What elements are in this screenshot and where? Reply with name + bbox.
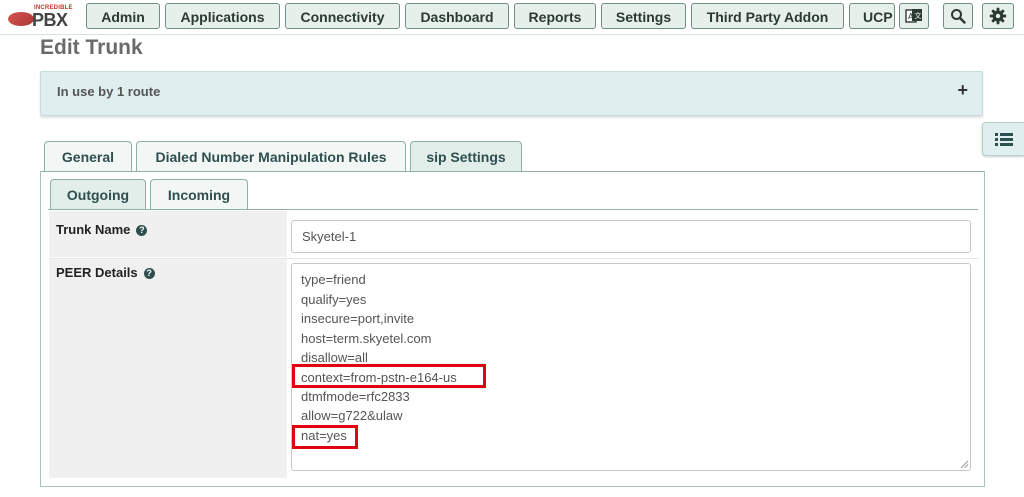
highlight-context-box	[292, 364, 486, 388]
peer-line: host=term.skyetel.com	[301, 331, 432, 346]
nav-third-party-addon-button[interactable]: Third Party Addon	[691, 3, 844, 29]
top-navbar: INCREDIBLE PBX Admin Applications Connec…	[0, 0, 1024, 35]
expand-plus-icon[interactable]: +	[957, 80, 968, 101]
side-list-toggle[interactable]	[982, 122, 1024, 156]
peer-details-label-cell	[49, 259, 287, 478]
peer-line: disallow=all	[301, 350, 368, 365]
peer-line: qualify=yes	[301, 292, 367, 307]
page-title: Edit Trunk	[40, 36, 143, 59]
language-button[interactable]: A 文	[899, 3, 929, 29]
nav-dashboard-button[interactable]: Dashboard	[405, 3, 509, 29]
subtab-outgoing[interactable]: Outgoing	[50, 179, 146, 210]
resize-grip-icon[interactable]	[959, 459, 969, 469]
subtabs-divider	[48, 209, 978, 210]
subtab-incoming[interactable]: Incoming	[150, 179, 248, 210]
help-icon[interactable]: ?	[143, 268, 155, 280]
tab-sip-settings[interactable]: sip Settings	[410, 141, 522, 172]
incrediblepbx-logo[interactable]: INCREDIBLE PBX	[4, 4, 82, 30]
settings-gear-button[interactable]	[982, 3, 1014, 29]
trunk-name-label: Trunk Name?	[56, 222, 148, 237]
nav-ucp-button[interactable]: UCP	[849, 3, 895, 29]
route-usage-panel[interactable]: In use by 1 route +	[40, 71, 983, 116]
nav-settings-button[interactable]: Settings	[601, 3, 686, 29]
list-icon	[994, 133, 1013, 146]
tab-dialed-number-manipulation-rules[interactable]: Dialed Number Manipulation Rules	[136, 141, 406, 172]
search-icon	[951, 9, 966, 24]
peer-details-label: PEER Details?	[56, 265, 155, 280]
help-icon[interactable]: ?	[136, 225, 148, 237]
route-usage-text: In use by 1 route	[57, 84, 161, 99]
svg-text:A: A	[908, 12, 914, 21]
peer-line: allow=g722&ulaw	[301, 408, 403, 423]
nav-admin-button[interactable]: Admin	[86, 3, 160, 29]
highlight-nat-box	[292, 425, 358, 449]
language-icon: A 文	[905, 9, 922, 23]
gear-icon	[989, 7, 1007, 25]
svg-text:文: 文	[915, 11, 922, 20]
logo-swoosh-icon	[8, 12, 34, 26]
search-button[interactable]	[943, 3, 973, 29]
nav-connectivity-button[interactable]: Connectivity	[285, 3, 400, 29]
trunk-name-input[interactable]: Skyetel-1	[291, 220, 971, 253]
nav-reports-button[interactable]: Reports	[514, 3, 596, 29]
nav-applications-button[interactable]: Applications	[165, 3, 280, 29]
tab-general[interactable]: General	[44, 141, 132, 172]
logo-main-text: PBX	[32, 10, 68, 30]
peer-line: type=friend	[301, 272, 366, 287]
peer-line: insecure=port,invite	[301, 311, 415, 326]
peer-line: dtmfmode=rfc2833	[301, 389, 410, 404]
